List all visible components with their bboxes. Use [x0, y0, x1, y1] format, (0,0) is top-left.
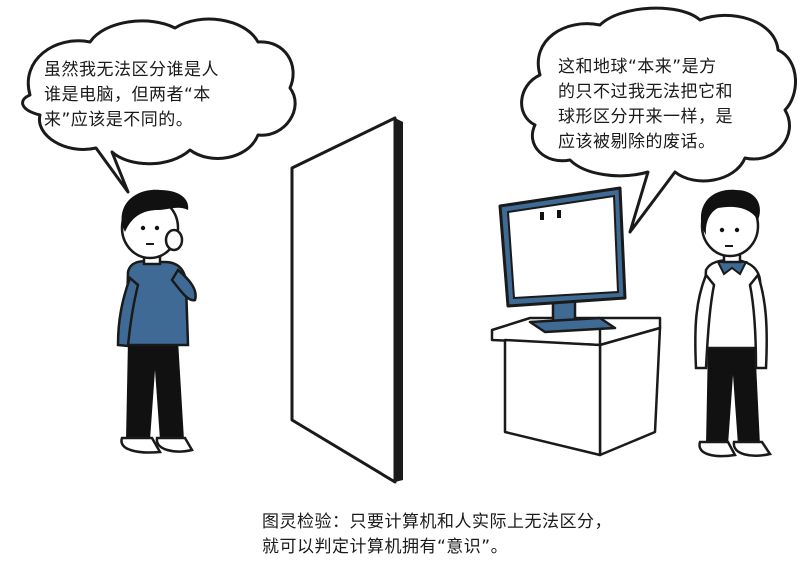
computer-monitor: [498, 186, 627, 334]
caption-line: 就可以判定计算机拥有“意识”。: [262, 537, 509, 557]
speech-line: 这和地球“本来”是方: [558, 57, 717, 77]
speech-bubble-right-text: 这和地球“本来”是方 的只不过我无法把它和 球形区分开来一样，是 应该被剔除的废…: [558, 55, 733, 155]
speech-line: 谁是电脑，但两者“本: [44, 85, 211, 105]
caption: 图灵检验：只要计算机和人实际上无法区分， 就可以判定计算机拥有“意识”。: [262, 510, 612, 560]
person-left: [116, 189, 197, 454]
person-right: [694, 189, 773, 458]
speech-line: 应该被剔除的废话。: [558, 132, 716, 152]
desk: [490, 316, 662, 457]
speech-line: 虽然我无法区分谁是人: [44, 60, 219, 80]
speech-line: 来”应该是不同的。: [44, 110, 194, 130]
speech-line: 球形区分开来一样，是: [558, 107, 733, 127]
caption-line: 图灵检验：只要计算机和人实际上无法区分，: [262, 512, 612, 532]
speech-bubble-left-text: 虽然我无法区分谁是人 谁是电脑，但两者“本 来”应该是不同的。: [44, 58, 219, 133]
speech-line: 的只不过我无法把它和: [558, 82, 733, 102]
partition-wall: [290, 116, 403, 484]
